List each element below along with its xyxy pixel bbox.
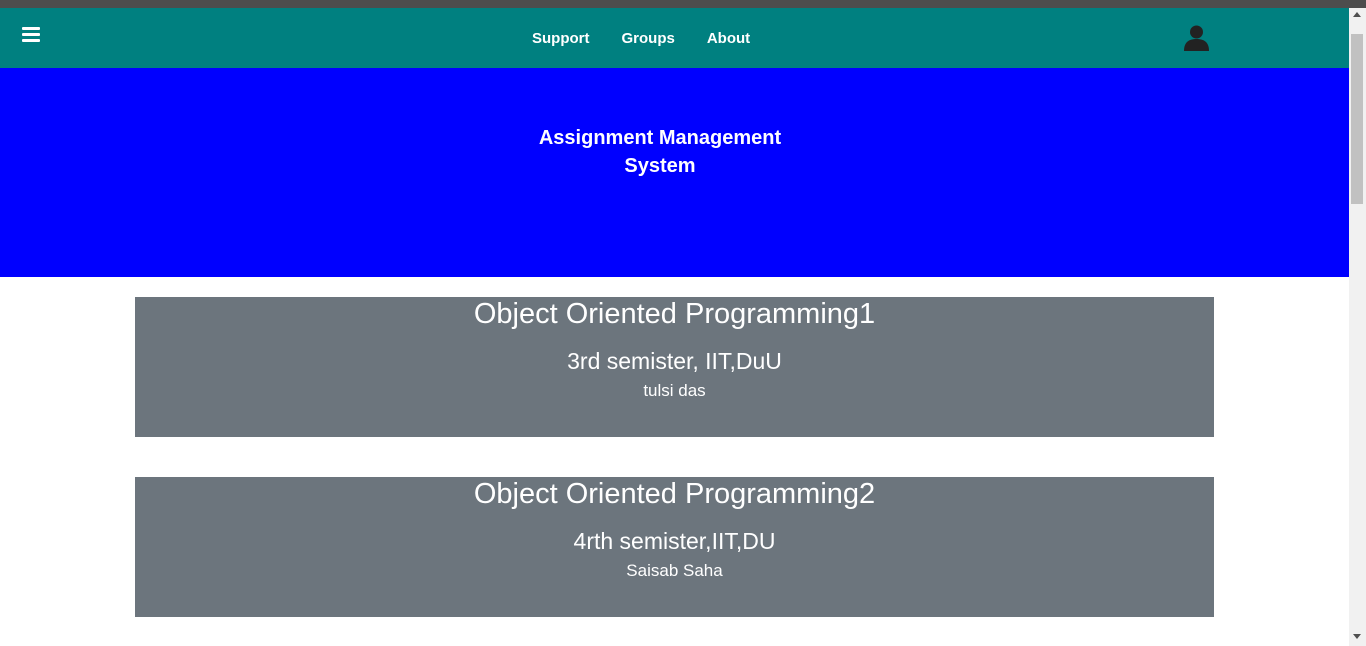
course-teacher: Saisab Saha [626, 561, 723, 580]
user-icon[interactable] [1183, 24, 1210, 51]
course-title: Object Oriented Programming2 [473, 478, 876, 510]
page-title: Assignment Management System [538, 127, 782, 177]
nav-link-about[interactable]: About [707, 30, 750, 47]
nav-link-support[interactable]: Support [532, 30, 590, 47]
scroll-down-arrow-icon[interactable] [1353, 634, 1361, 639]
course-semester: 3rd semister, IIT,DuU [567, 348, 782, 374]
hero-banner: Assignment Management System [0, 68, 1349, 277]
hamburger-icon[interactable] [22, 26, 40, 42]
vertical-scrollbar[interactable] [1349, 8, 1366, 646]
navbar: Support Groups About [0, 8, 1349, 68]
course-card[interactable]: Object Oriented Programming1 3rd semiste… [135, 297, 1214, 437]
course-title: Object Oriented Programming1 [473, 298, 876, 330]
page: Support Groups About Assignment Manageme… [0, 8, 1349, 646]
nav-link-groups[interactable]: Groups [622, 30, 675, 47]
nav-links: Support Groups About [532, 8, 782, 68]
course-teacher: tulsi das [643, 381, 706, 400]
scroll-up-arrow-icon[interactable] [1353, 12, 1361, 17]
browser-top-strip [0, 0, 1366, 8]
course-semester: 4rth semister,IIT,DU [573, 528, 776, 554]
scroll-thumb[interactable] [1351, 34, 1363, 204]
course-card[interactable]: Object Oriented Programming2 4rth semist… [135, 477, 1214, 617]
